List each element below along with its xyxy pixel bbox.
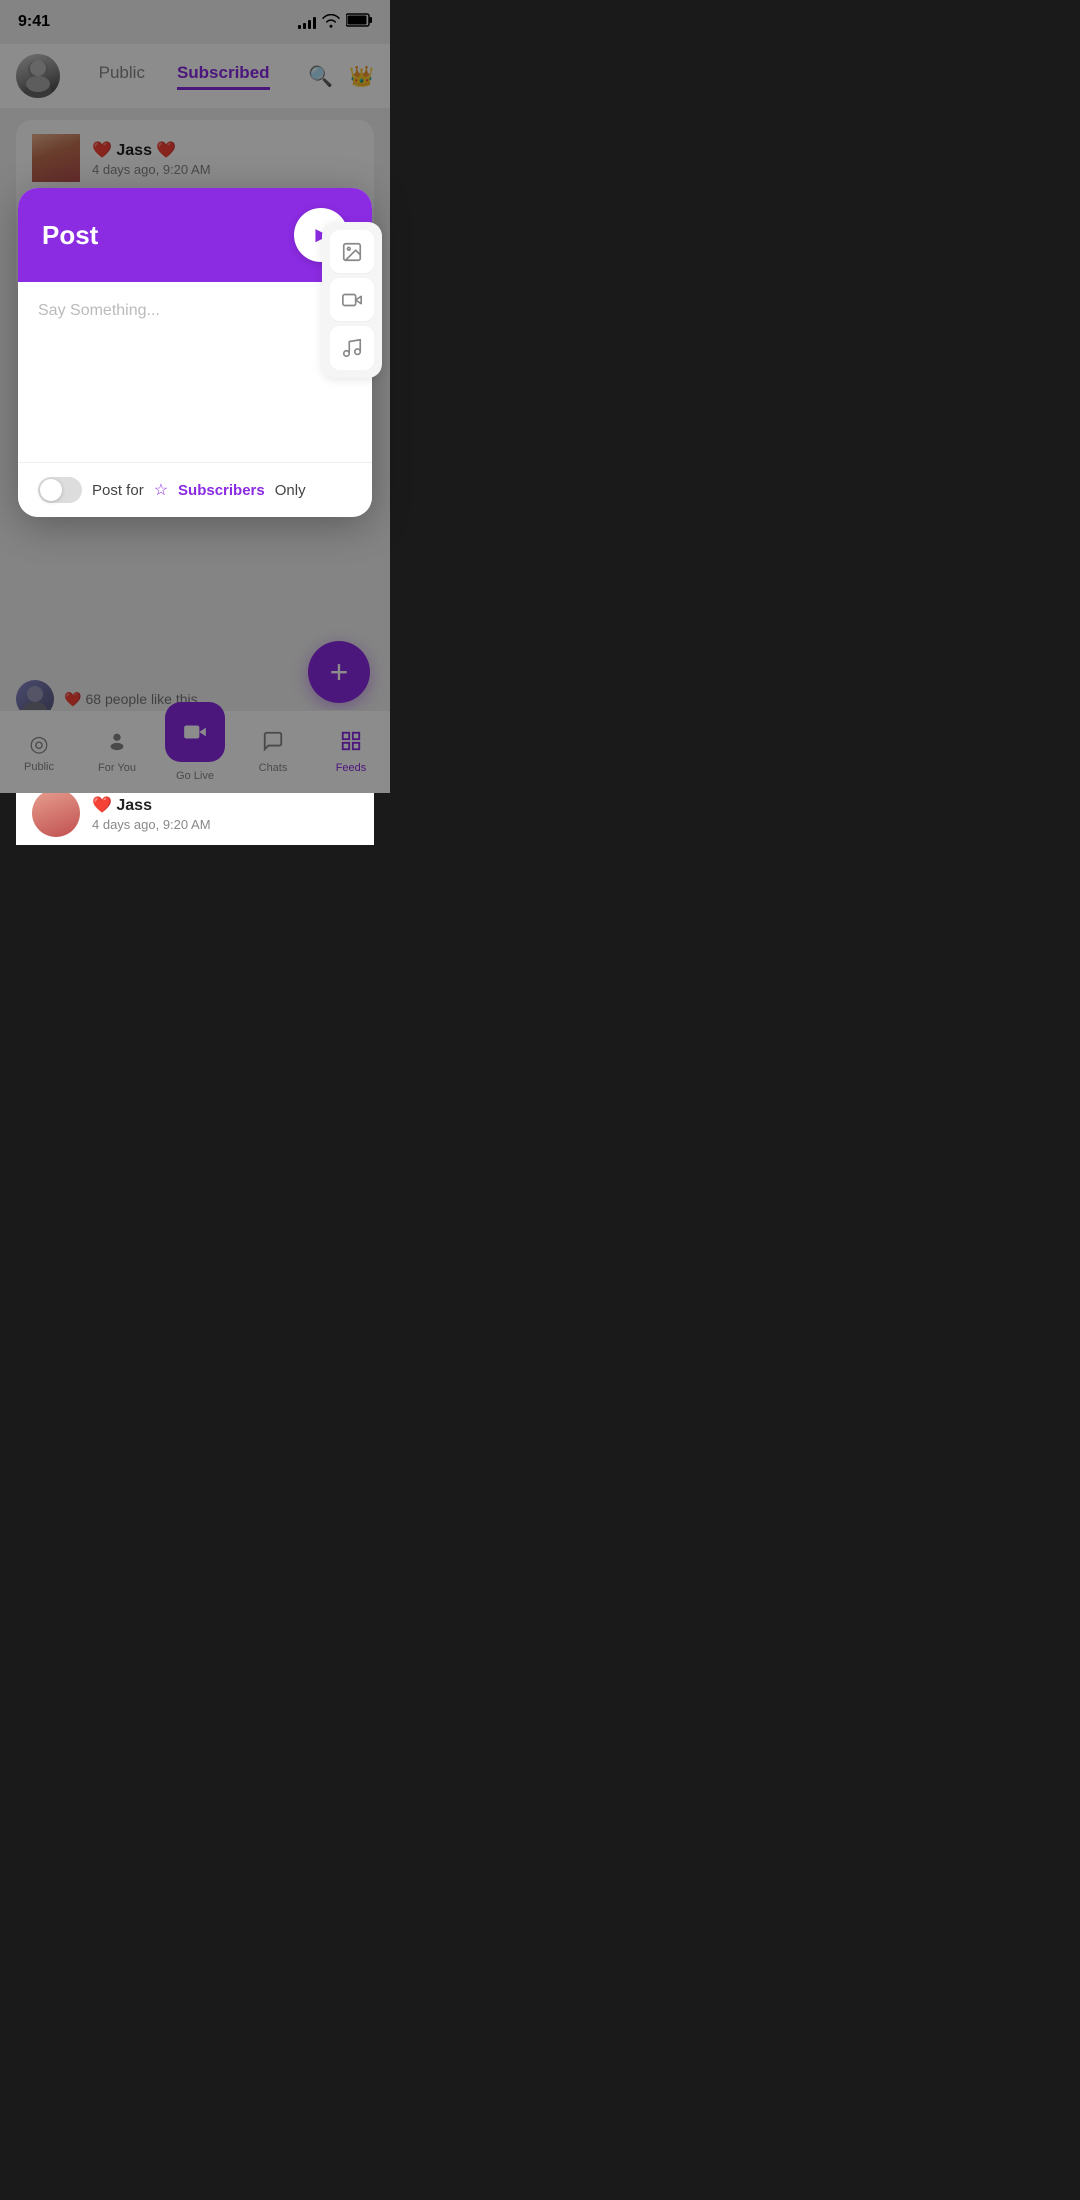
side-icons-panel [322,222,382,378]
post2-username: ❤️ Jass [92,795,211,815]
image-upload-button[interactable] [330,230,374,274]
modal-header: Post ► [18,188,372,282]
post2-user-info: ❤️ Jass 4 days ago, 9:20 AM [92,795,211,832]
text-area-wrapper: Say Something... [18,282,372,462]
post2-timestamp: 4 days ago, 9:20 AM [92,817,211,832]
subscribers-toggle[interactable] [38,477,82,503]
modal-body: Say Something... [18,282,372,517]
only-label: Only [275,482,306,499]
text-placeholder: Say Something... [38,302,160,319]
video-upload-button[interactable] [330,278,374,322]
star-icon: ☆ [154,480,168,500]
subscribers-label[interactable]: Subscribers [178,482,265,499]
music-upload-button[interactable] [330,326,374,370]
modal-title: Post [42,220,98,251]
toggle-knob [40,479,62,501]
modal-footer: Post for ☆ Subscribers Only [18,462,372,517]
post-modal: Post ► Say Something... [18,188,372,517]
post2-avatar [32,789,80,837]
post-for-label: Post for [92,482,144,499]
